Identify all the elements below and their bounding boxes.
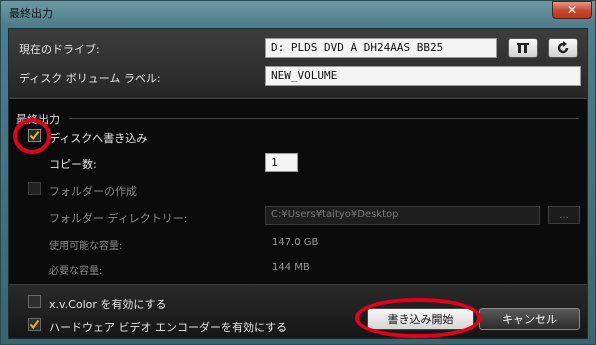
group-divider: [69, 118, 579, 119]
refresh-drive-button[interactable]: [548, 38, 578, 58]
folder-directory-label: フォルダー ディレクトリー:: [49, 212, 188, 225]
browse-folder-button[interactable]: ...: [548, 206, 580, 224]
xvcolor-label: x.v.Color を有効にする: [49, 298, 167, 311]
create-folder-label: フォルダーの作成: [49, 185, 137, 198]
checkmark-icon: [29, 130, 40, 141]
close-button[interactable]: ✕: [552, 1, 592, 19]
create-folder-checkbox[interactable]: [28, 182, 41, 195]
copies-input[interactable]: 1: [265, 153, 298, 172]
cancel-button[interactable]: キャンセル: [479, 308, 580, 330]
required-space-value: 144 MB: [272, 262, 310, 273]
available-space-label: 使用可能な容量:: [49, 241, 123, 252]
write-to-disc-checkbox[interactable]: [28, 129, 41, 142]
drive-info-icon: [517, 43, 529, 53]
output-panel: 最終出力 ディスクへ書き込み コピー数: 1 フォルダーの作成 フォルダー ディ…: [9, 100, 587, 284]
current-drive-label: 現在のドライブ:: [19, 43, 100, 56]
drive-info-button[interactable]: [508, 38, 538, 58]
folder-directory-field[interactable]: C:¥Users¥taityo¥Desktop: [265, 206, 540, 225]
required-space-label: 必要な容量:: [49, 266, 103, 277]
write-to-disc-label: ディスクへ書き込み: [49, 132, 148, 145]
volume-label-input[interactable]: NEW_VOLUME: [265, 66, 581, 86]
dialog-body: 現在のドライブ: D: PLDS DVD A DH24AAS BB25 ディスク…: [8, 28, 588, 339]
available-space-value: 147.0 GB: [272, 237, 319, 248]
hw-encoder-checkbox[interactable]: [28, 318, 41, 331]
hw-encoder-label: ハードウェア ビデオ エンコーダーを有効にする: [49, 321, 288, 334]
start-writing-button[interactable]: 書き込み開始: [367, 308, 474, 330]
options-panel: x.v.Color を有効にする ハードウェア ビデオ エンコーダーを有効にする…: [9, 284, 587, 338]
final-output-group-label: 最終出力: [16, 113, 60, 126]
window-title: 最終出力: [9, 7, 53, 20]
title-bar[interactable]: 最終出力 ✕: [1, 1, 595, 25]
current-drive-field[interactable]: D: PLDS DVD A DH24AAS BB25: [265, 38, 497, 58]
xvcolor-checkbox[interactable]: [28, 295, 41, 308]
refresh-icon: [557, 41, 569, 54]
volume-label-label: ディスク ボリューム ラベル:: [19, 72, 161, 85]
checkmark-icon: [29, 319, 40, 330]
drive-panel: 現在のドライブ: D: PLDS DVD A DH24AAS BB25 ディスク…: [9, 29, 587, 99]
copies-label: コピー数:: [49, 158, 97, 171]
dialog-window: 最終出力 ✕ 現在のドライブ: D: PLDS DVD A DH24AAS BB…: [0, 0, 596, 345]
